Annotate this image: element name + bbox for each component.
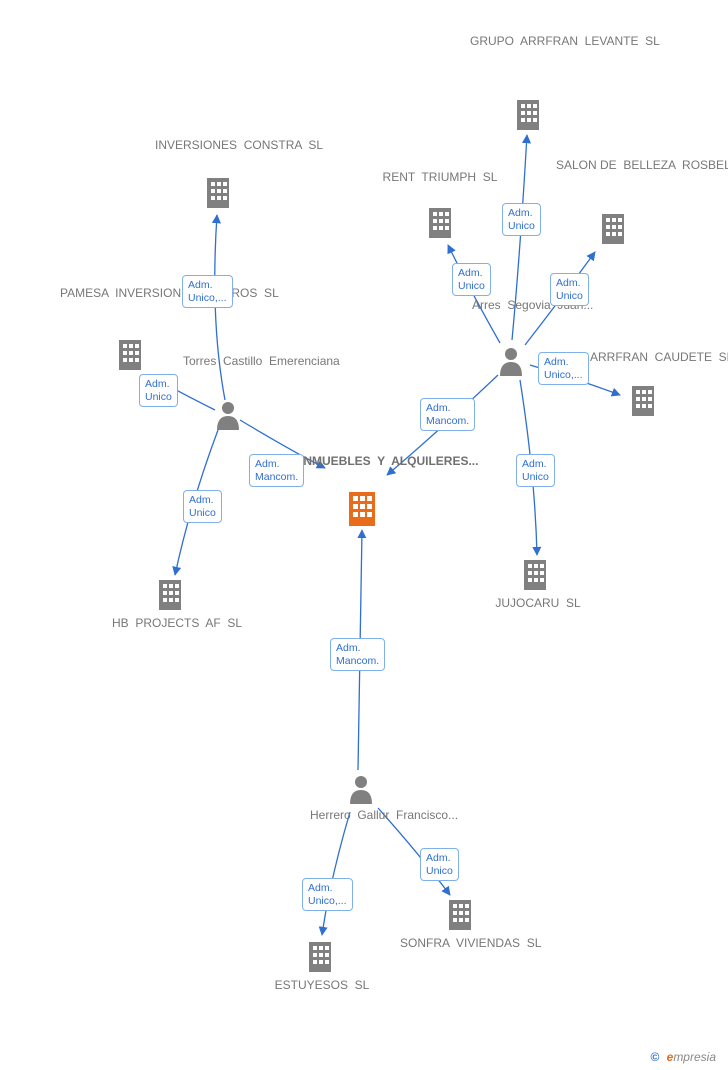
company-label-rent-triumph: RENT TRIUMPH SL	[380, 170, 500, 185]
company-label-focal: INMUEBLES Y ALQUILERES...	[300, 454, 450, 469]
edge-label: Adm. Mancom.	[249, 454, 304, 487]
company-label-jujocaru: JUJOCARU SL	[478, 596, 598, 611]
building-icon	[445, 898, 475, 937]
edge-label: Adm. Mancom.	[330, 638, 385, 671]
building-icon	[598, 212, 628, 251]
edge-label: Adm. Unico	[420, 848, 459, 881]
edge-label: Adm. Unico,...	[538, 352, 589, 385]
edge-label: Adm. Unico	[550, 273, 589, 306]
edge-label: Adm. Unico	[502, 203, 541, 236]
person-label-herrero-gallur: Herrero Gallur Francisco...	[310, 808, 420, 823]
company-label-sonfra: SONFRA VIVIENDAS SL	[400, 936, 530, 951]
building-icon	[203, 176, 233, 215]
person-icon	[498, 346, 524, 381]
person-icon	[348, 774, 374, 809]
edge-label: Adm. Unico,...	[302, 878, 353, 911]
copyright-symbol: ©	[650, 1050, 659, 1064]
edge-label: Adm. Mancom.	[420, 398, 475, 431]
edge-label: Adm. Unico	[452, 263, 491, 296]
brand-rest: mpresia	[673, 1050, 716, 1064]
edge-label: Adm. Unico	[139, 374, 178, 407]
company-label-grupo-arrfran: GRUPO ARRFRAN LEVANTE SL	[470, 34, 590, 49]
building-icon	[425, 206, 455, 245]
building-icon-focal	[345, 490, 379, 533]
building-icon	[520, 558, 550, 597]
building-icon	[513, 98, 543, 137]
company-label-pamesa: PAMESA INVERSIONES Y OTROS SL	[60, 286, 200, 301]
person-label-torres-castillo: Torres Castillo Emerenciana	[183, 354, 303, 369]
company-label-inversiones-constra: INVERSIONES CONSTRA SL	[155, 138, 295, 153]
edge-label: Adm. Unico,...	[182, 275, 233, 308]
edge-label: Adm. Unico	[183, 490, 222, 523]
company-label-estuyesos: ESTUYESOS SL	[262, 978, 382, 993]
building-icon	[115, 338, 145, 377]
company-label-salon-rosbel: SALON DE BELLEZA ROSBEL SL	[556, 158, 676, 173]
edge-label: Adm. Unico	[516, 454, 555, 487]
building-icon	[155, 578, 185, 617]
diagram-canvas: INVERSIONES CONSTRA SL PAMESA INVERSIONE…	[0, 0, 728, 1070]
building-icon	[305, 940, 335, 979]
building-icon	[628, 384, 658, 423]
company-label-hb-projects: HB PROJECTS AF SL	[112, 616, 232, 631]
company-label-arrfran-caudete: ARRFRAN CAUDETE SL	[590, 350, 728, 365]
watermark: © empresia	[650, 1050, 716, 1064]
person-icon	[215, 400, 241, 435]
